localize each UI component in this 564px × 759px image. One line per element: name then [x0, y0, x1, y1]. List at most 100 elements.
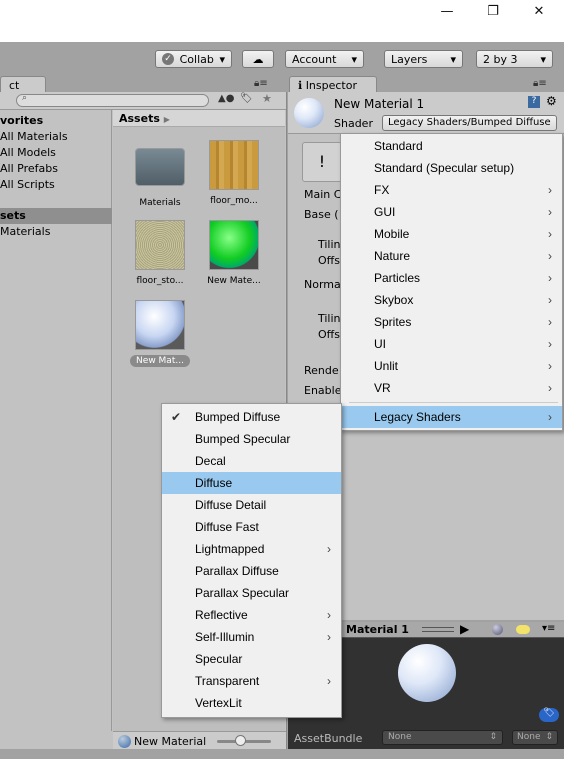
chevron-right-icon: ›	[548, 205, 552, 219]
search-icon: ⌕	[22, 93, 28, 103]
tree-item[interactable]: All Prefabs	[0, 161, 112, 177]
assetbundle-dropdown[interactable]: None ⇕	[382, 730, 503, 745]
filter-by-type-icon[interactable]: ▲●	[218, 93, 234, 104]
shader-menu-item[interactable]: Skybox ›	[341, 289, 562, 311]
legacy-shader-item[interactable]: ✔ Bumped Diffuse	[162, 406, 341, 428]
legacy-shader-item[interactable]: Self-Illumin ›	[162, 626, 341, 648]
legacy-shader-item[interactable]: Lightmapped ›	[162, 538, 341, 560]
menu-item-label: VertexLit	[195, 696, 242, 710]
legacy-shaders-submenu: ✔ Bumped Diffuse Bumped Specular Decal Diffu…	[161, 403, 342, 718]
maximize-button[interactable]: ❐	[478, 4, 508, 20]
asset-item[interactable]: New Mate...	[199, 220, 269, 286]
selected-asset-name: New Material	[134, 735, 207, 748]
folder-tree: vorites All Materials All Models All Prefab…	[0, 110, 112, 731]
asset-item[interactable]: floor_mo...	[199, 140, 269, 206]
asset-item[interactable]: New Mat...	[125, 300, 195, 367]
layers-dropdown[interactable]: Layers ▾	[384, 50, 463, 68]
inspector-lock-icon[interactable]: 🔒︎≡	[533, 78, 547, 89]
favorite-star-icon[interactable]: ★	[262, 92, 272, 105]
menu-separator	[349, 402, 558, 403]
asset-name: New Mate...	[207, 276, 261, 286]
menu-icon[interactable]: ▾≡	[542, 623, 555, 634]
chevron-right-icon: ›	[548, 381, 552, 395]
breadcrumb-assets[interactable]: Assets	[119, 112, 160, 125]
shader-dropdown[interactable]: Legacy Shaders/Bumped Diffuse	[382, 115, 557, 131]
legacy-shader-item[interactable]: Specular	[162, 648, 341, 670]
breadcrumb-arrow-icon: ▶	[163, 115, 170, 124]
legacy-shader-item[interactable]: Diffuse	[162, 472, 341, 494]
property-label: Tilin	[318, 238, 341, 251]
shader-menu-item[interactable]: VR ›	[341, 377, 562, 399]
legacy-shader-item[interactable]: Reflective ›	[162, 604, 341, 626]
material-icon	[118, 735, 131, 748]
menu-item-label: Bumped Diffuse	[195, 410, 281, 424]
legacy-shader-item[interactable]: Parallax Diffuse	[162, 560, 341, 582]
menu-item-label: Parallax Diffuse	[195, 564, 279, 578]
layers-label: Layers	[391, 52, 428, 66]
menu-item-label: VR	[374, 381, 391, 395]
legacy-shader-item[interactable]: Diffuse Fast	[162, 516, 341, 538]
dropdown-arrow-icon: ▾	[540, 52, 546, 66]
tag-icon[interactable]: 🏷︎	[539, 708, 559, 722]
shader-menu-item[interactable]: Nature ›	[341, 245, 562, 267]
legacy-shader-item[interactable]: Bumped Specular	[162, 428, 341, 450]
menu-item-label: Sprites	[374, 315, 412, 329]
shader-menu-item[interactable]: Mobile ›	[341, 223, 562, 245]
white-sphere-thumbnail	[135, 300, 185, 350]
shader-menu-item[interactable]: Legacy Shaders ›	[341, 406, 562, 428]
property-label: Base (	[304, 208, 339, 221]
tree-item[interactable]: All Materials	[0, 129, 112, 145]
minimize-button[interactable]: —	[432, 4, 462, 20]
lock-icon[interactable]: 🔒︎≡	[254, 78, 268, 89]
wood-thumbnail	[209, 140, 259, 190]
gear-icon[interactable]: ⚙	[546, 94, 557, 108]
tree-item[interactable]: Materials	[0, 224, 112, 240]
shader-menu-item[interactable]: Sprites ›	[341, 311, 562, 333]
shader-menu-item[interactable]: FX ›	[341, 179, 562, 201]
tree-item[interactable]: All Models	[0, 145, 112, 161]
dropdown-arrow-icon: ▾	[219, 52, 225, 66]
play-icon[interactable]: ▶	[460, 622, 469, 636]
shader-menu-item[interactable]: Unlit ›	[341, 355, 562, 377]
tree-item[interactable]: All Scripts	[0, 177, 112, 193]
slider-thumb[interactable]	[235, 735, 246, 746]
green-sphere-thumbnail	[209, 220, 259, 270]
shader-menu: Standard Standard (Specular setup) FX › GUI ›…	[340, 133, 563, 431]
legacy-shader-item[interactable]: Diffuse Detail	[162, 494, 341, 516]
legacy-shader-item[interactable]: Decal	[162, 450, 341, 472]
menu-item-label: Reflective	[195, 608, 248, 622]
asset-name: New Mat...	[130, 355, 190, 367]
light-toggle-icon[interactable]	[516, 625, 530, 634]
asset-item[interactable]: floor_sto...	[125, 220, 195, 286]
shader-menu-item[interactable]: Standard (Specular setup)	[341, 157, 562, 179]
search-input[interactable]	[16, 94, 209, 107]
legacy-shader-item[interactable]: Transparent ›	[162, 670, 341, 692]
filter-by-label-icon[interactable]: 🏷︎	[240, 93, 253, 104]
preview-mesh-icon[interactable]	[492, 624, 503, 635]
layout-dropdown[interactable]: 2 by 3 ▾	[476, 50, 553, 68]
tree-item[interactable]: sets	[0, 208, 112, 224]
property-label: Offs	[318, 254, 340, 267]
shader-menu-item[interactable]: Standard	[341, 135, 562, 157]
cloud-button[interactable]: ☁	[242, 50, 274, 68]
chevron-right-icon: ›	[548, 227, 552, 241]
drag-handle[interactable]	[422, 627, 454, 632]
asset-item[interactable]: Materials	[125, 140, 195, 208]
menu-item-label: Self-Illumin	[195, 630, 255, 644]
shader-menu-item[interactable]: Particles ›	[341, 267, 562, 289]
help-book-icon[interactable]: ?	[528, 96, 540, 108]
menu-item-label: Lightmapped	[195, 542, 265, 556]
close-button[interactable]: ✕	[524, 4, 554, 20]
chevron-right-icon: ›	[327, 608, 331, 622]
legacy-shader-item[interactable]: Parallax Specular	[162, 582, 341, 604]
variant-dropdown[interactable]: None ⇕	[512, 730, 558, 745]
collab-button[interactable]: ✓ Collab ▾	[155, 50, 232, 68]
menu-item-label: Transparent	[195, 674, 260, 688]
shader-menu-item[interactable]: GUI ›	[341, 201, 562, 223]
property-label: Offs	[318, 328, 340, 341]
tree-item[interactable]: vorites	[0, 113, 112, 129]
account-dropdown[interactable]: Account ▾	[285, 50, 364, 68]
shader-menu-item[interactable]: UI ›	[341, 333, 562, 355]
property-label: Main C	[304, 188, 342, 201]
legacy-shader-item[interactable]: VertexLit	[162, 692, 341, 714]
